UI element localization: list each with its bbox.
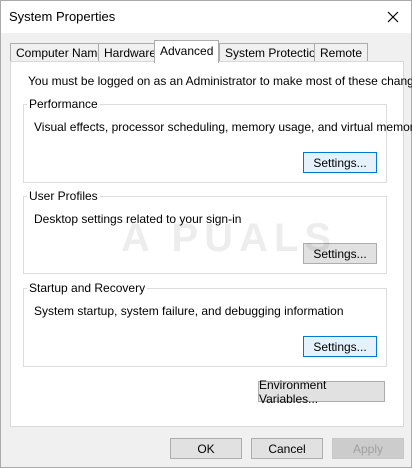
user-profiles-description: Desktop settings related to your sign-in <box>34 212 242 226</box>
apply-button[interactable]: Apply <box>332 438 404 459</box>
performance-description: Visual effects, processor scheduling, me… <box>34 120 412 134</box>
startup-recovery-label: Startup and Recovery <box>27 281 148 295</box>
startup-recovery-settings-button[interactable]: Settings... <box>303 336 377 357</box>
environment-variables-button[interactable]: Environment Variables... <box>258 378 385 406</box>
startup-recovery-group: Startup and Recovery System startup, sys… <box>23 281 387 367</box>
tab-computer-name[interactable]: Computer Name <box>10 43 111 62</box>
user-profiles-settings-button[interactable]: Settings... <box>303 243 377 264</box>
performance-label: Performance <box>27 97 100 111</box>
tab-system-protection[interactable]: System Protection <box>219 43 329 62</box>
cancel-button[interactable]: Cancel <box>251 438 323 459</box>
user-profiles-label: User Profiles <box>27 189 100 203</box>
tab-advanced[interactable]: Advanced <box>154 40 220 63</box>
close-icon <box>387 11 399 23</box>
close-button[interactable] <box>381 5 405 29</box>
title-bar[interactable]: System Properties <box>1 1 411 33</box>
admin-note: You must be logged on as an Administrato… <box>28 74 412 88</box>
tab-hardware[interactable]: Hardware <box>98 43 163 62</box>
system-properties-window: System Properties Computer Name Hardware… <box>0 0 412 468</box>
tab-remote[interactable]: Remote <box>314 43 369 62</box>
window-title: System Properties <box>9 9 116 24</box>
user-profiles-group: User Profiles Desktop settings related t… <box>23 189 387 274</box>
tab-strip: Computer Name Hardware Advanced System P… <box>10 40 404 63</box>
performance-group: Performance Visual effects, processor sc… <box>23 97 412 183</box>
performance-settings-button[interactable]: Settings... <box>303 152 377 173</box>
advanced-panel: You must be logged on as an Administrato… <box>10 61 412 427</box>
ok-button[interactable]: OK <box>170 438 242 459</box>
startup-recovery-description: System startup, system failure, and debu… <box>34 304 344 318</box>
